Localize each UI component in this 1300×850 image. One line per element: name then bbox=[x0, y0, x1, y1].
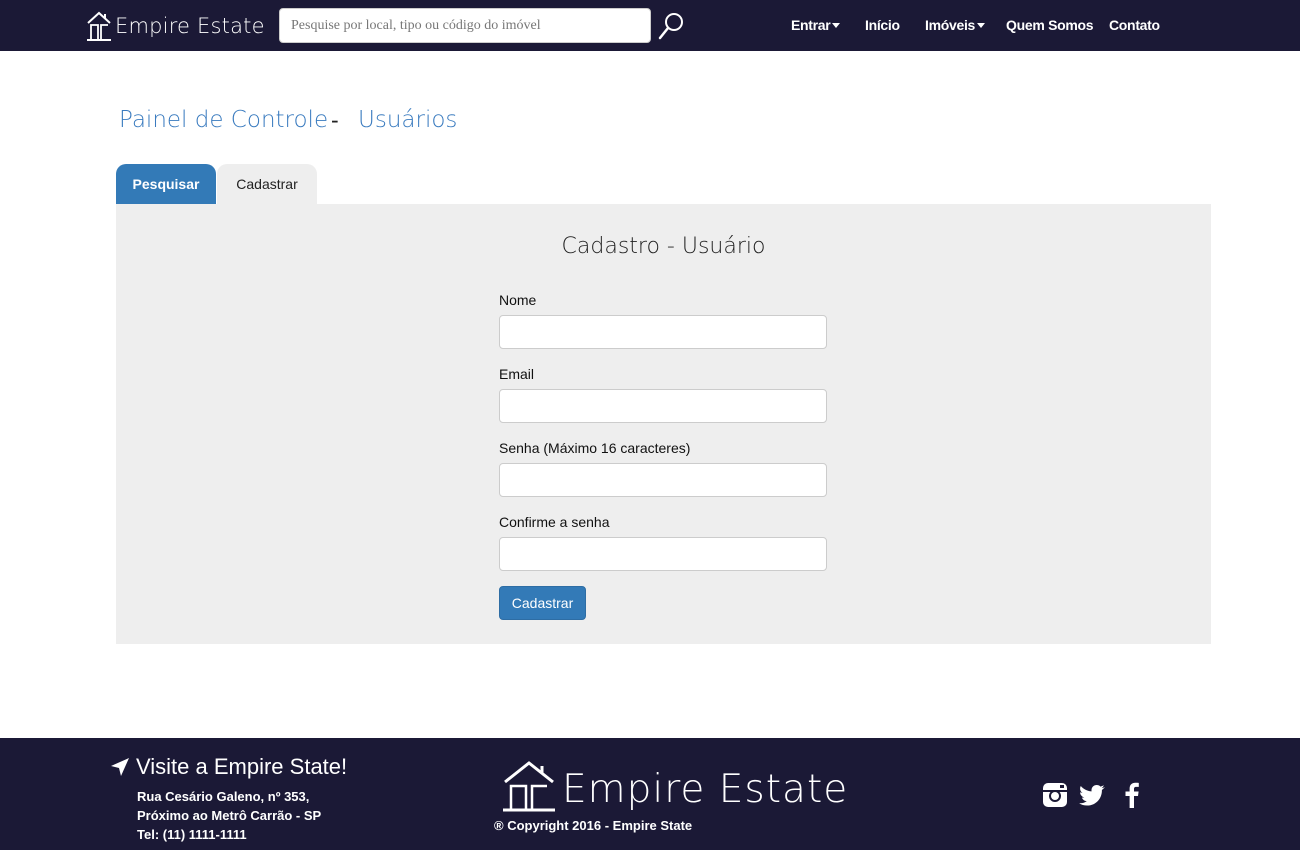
tab-pesquisar[interactable]: Pesquisar bbox=[116, 164, 216, 204]
phone-line: Tel: (11) 1111-1111 bbox=[137, 827, 247, 842]
breadcrumb-separator: - bbox=[331, 107, 339, 133]
nav-item-imoveis[interactable]: Imóveis bbox=[925, 17, 986, 33]
confirm-password-label: Confirme a senha bbox=[499, 514, 610, 530]
submit-button[interactable]: Cadastrar bbox=[499, 586, 586, 620]
twitter-icon[interactable] bbox=[1079, 781, 1107, 809]
brand-logo[interactable]: Empire Estate bbox=[86, 11, 265, 41]
registration-panel: Cadastro - Usuário Nome Email Senha (Máx… bbox=[116, 204, 1211, 644]
footer-brand-name: Empire Estate bbox=[562, 767, 849, 812]
location-arrow-icon bbox=[111, 758, 129, 776]
form-title: Cadastro - Usuário bbox=[561, 234, 766, 259]
nav-item-label: Início bbox=[865, 17, 900, 33]
footer-heading: Visite a Empire State! bbox=[110, 754, 347, 780]
breadcrumb-users[interactable]: Usuários bbox=[358, 107, 457, 133]
nav-item-entrar[interactable]: Entrar bbox=[791, 17, 841, 33]
footer-heading-text: Visite a Empire State! bbox=[136, 754, 348, 779]
caret-down-icon bbox=[977, 22, 986, 28]
copyright-text: ® Copyright 2016 - Empire State bbox=[494, 818, 693, 833]
password-label: Senha (Máximo 16 caracteres) bbox=[499, 440, 691, 456]
instagram-icon[interactable] bbox=[1041, 781, 1069, 809]
breadcrumb-control-panel[interactable]: Painel de Controle bbox=[119, 107, 328, 133]
email-label: Email bbox=[499, 366, 535, 382]
facebook-icon[interactable] bbox=[1118, 781, 1146, 809]
name-label: Nome bbox=[499, 292, 537, 308]
email-field[interactable] bbox=[499, 389, 827, 423]
brand-name: Empire Estate bbox=[115, 14, 265, 38]
nav-item-quem-somos[interactable]: Quem Somos bbox=[1006, 17, 1094, 33]
footer-brand-logo: Empire Estate bbox=[502, 760, 848, 812]
tab-cadastrar[interactable]: Cadastrar bbox=[217, 164, 317, 204]
search-icon[interactable] bbox=[658, 12, 684, 40]
house-logo-icon bbox=[503, 761, 555, 812]
search-input[interactable] bbox=[279, 8, 651, 43]
address-line: Próximo ao Metrô Carrão - SP bbox=[137, 808, 322, 823]
nav-item-inicio[interactable]: Início bbox=[865, 17, 900, 33]
name-field[interactable] bbox=[499, 315, 827, 349]
caret-down-icon bbox=[832, 22, 841, 28]
house-logo-icon bbox=[87, 11, 111, 41]
nav-item-label: Entrar bbox=[791, 17, 831, 33]
password-field[interactable] bbox=[499, 463, 827, 497]
nav-item-label: Imóveis bbox=[925, 17, 976, 33]
address-line: Rua Cesário Galeno, nº 353, bbox=[137, 789, 310, 804]
confirm-password-field[interactable] bbox=[499, 537, 827, 571]
nav-item-contato[interactable]: Contato bbox=[1109, 17, 1160, 33]
top-navbar: Empire Estate Entrar Início Imóveis Quem… bbox=[0, 0, 1300, 51]
nav-item-label: Quem Somos bbox=[1006, 17, 1094, 33]
footer: Visite a Empire State! Rua Cesário Galen… bbox=[0, 738, 1300, 850]
nav-item-label: Contato bbox=[1109, 17, 1160, 33]
